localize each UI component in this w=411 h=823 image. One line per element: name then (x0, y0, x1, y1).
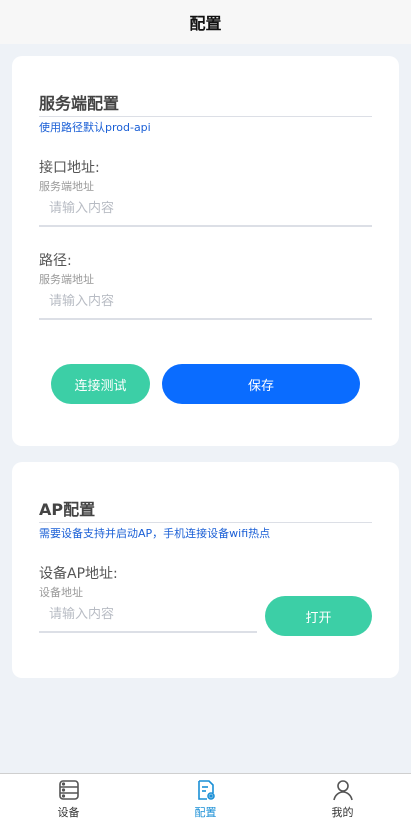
open-button[interactable]: 打开 (265, 596, 372, 636)
connection-test-button[interactable]: 连接测试 (51, 364, 150, 404)
path-input[interactable] (39, 284, 372, 320)
server-title-divider (39, 116, 372, 117)
bottom-tab-bar: 设备 配置 我的 (0, 773, 411, 823)
tab-mine-label: 我的 (331, 805, 354, 819)
tab-device-label: 设备 (57, 805, 80, 819)
config-icon (197, 779, 215, 800)
server-config-hint: 使用路径默认prod-api (39, 121, 151, 134)
page-title: 配置 (189, 14, 222, 33)
api-address-label: 接口地址: (39, 160, 100, 176)
page-header: 配置 (0, 0, 411, 44)
ap-title-divider (39, 522, 372, 523)
server-config-card: 服务端配置 使用路径默认prod-api 接口地址: 服务端地址 路径: 服务端… (12, 56, 399, 446)
tab-mine[interactable]: 我的 (274, 774, 411, 823)
ap-address-label: 设备AP地址: (39, 566, 118, 582)
ap-config-title: AP配置 (39, 500, 96, 519)
device-icon (58, 779, 79, 800)
path-label: 路径: (39, 253, 72, 269)
tab-config-label: 配置 (194, 805, 217, 819)
ap-config-hint: 需要设备支持并启动AP，手机连接设备wifi热点 (39, 527, 271, 540)
tab-config[interactable]: 配置 (137, 774, 274, 823)
user-icon (332, 779, 353, 800)
tab-device[interactable]: 设备 (0, 774, 137, 823)
save-button[interactable]: 保存 (162, 364, 360, 404)
ap-address-input[interactable] (39, 597, 257, 633)
api-address-input[interactable] (39, 191, 372, 227)
ap-config-card: AP配置 需要设备支持并启动AP，手机连接设备wifi热点 设备AP地址: 设备… (12, 462, 399, 678)
server-config-title: 服务端配置 (39, 94, 120, 113)
